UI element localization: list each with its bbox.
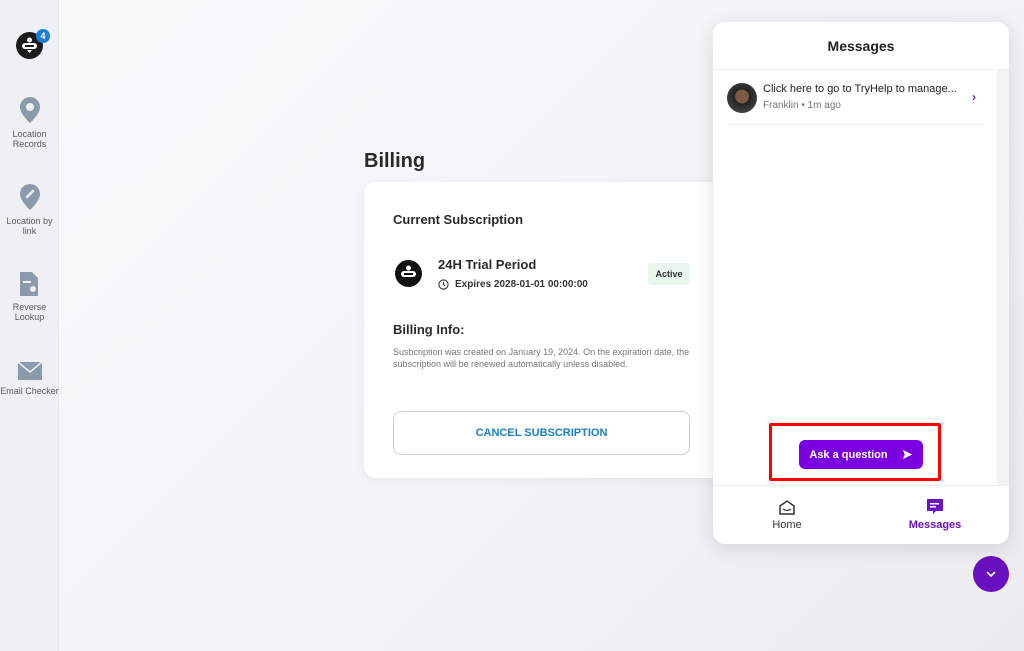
sidebar-item-location-by-link[interactable]: Location by link bbox=[0, 184, 59, 236]
chevron-right-icon: › bbox=[972, 90, 976, 104]
billing-info-heading: Billing Info: bbox=[393, 322, 465, 337]
message-text: Click here to go to TryHelp to manage... bbox=[763, 83, 957, 95]
messages-panel: Messages Click here to go to TryHelp to … bbox=[713, 22, 1009, 544]
cancel-subscription-button[interactable]: CANCEL SUBSCRIPTION bbox=[393, 411, 690, 455]
expiry: Expires 2028-01-01 00:00:00 bbox=[438, 279, 588, 290]
scrollbar[interactable] bbox=[997, 70, 1009, 485]
message-meta: Franklin • 1m ago bbox=[763, 100, 841, 111]
chevron-down-icon bbox=[986, 571, 996, 578]
clock-icon bbox=[438, 279, 449, 290]
billing-info-text: Susbcription was created on January 19, … bbox=[393, 347, 690, 369]
ask-question-button[interactable]: Ask a question bbox=[799, 440, 923, 469]
sidebar-item-reverse-lookup[interactable]: Reverse Lookup bbox=[0, 272, 59, 322]
current-subscription-heading: Current Subscription bbox=[393, 212, 524, 227]
messages-title: Messages bbox=[713, 22, 1009, 70]
plan-name: 24H Trial Period bbox=[438, 257, 537, 272]
status-badge: Active bbox=[648, 263, 690, 285]
document-search-icon bbox=[19, 272, 38, 296]
message-item[interactable]: Click here to go to TryHelp to manage...… bbox=[727, 80, 983, 125]
link-pin-icon bbox=[19, 184, 40, 210]
map-pin-icon bbox=[19, 97, 40, 123]
page-title: Billing bbox=[364, 150, 426, 172]
envelope-icon bbox=[17, 362, 42, 380]
home-icon bbox=[779, 500, 795, 515]
close-chat-button[interactable] bbox=[973, 556, 1009, 592]
sidebar-item-location-records[interactable]: Location Records bbox=[0, 97, 59, 149]
tab-messages[interactable]: Messages bbox=[861, 486, 1009, 544]
plan-logo-icon bbox=[395, 260, 422, 287]
chat-icon bbox=[927, 499, 943, 514]
sidebar: 4 Location Records Location by link Reve… bbox=[0, 0, 59, 651]
send-icon bbox=[902, 449, 912, 460]
notification-badge: 4 bbox=[36, 29, 50, 43]
subscription-card: Current Subscription 24H Trial Period Ex… bbox=[364, 182, 734, 478]
avatar bbox=[727, 83, 757, 113]
sidebar-item-email-checker[interactable]: Email Checker bbox=[0, 362, 59, 396]
tab-home[interactable]: Home bbox=[713, 486, 861, 544]
bottom-nav: Home Messages bbox=[713, 485, 1009, 544]
